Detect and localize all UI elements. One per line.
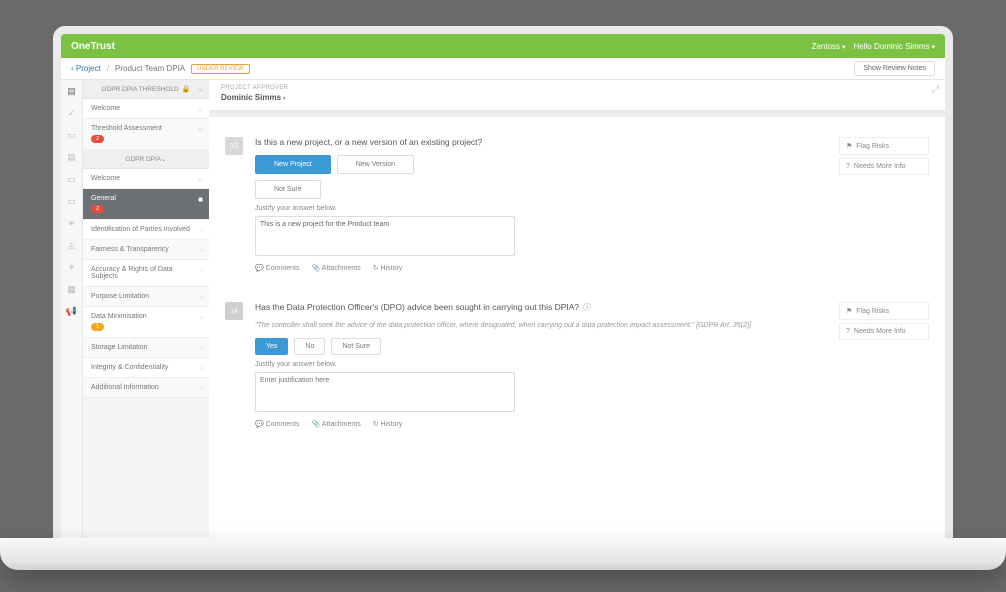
needs-info-button[interactable]: ?Needs More Info (839, 158, 929, 175)
rail-check-icon[interactable]: ✓ (65, 106, 79, 120)
flag-risks-button[interactable]: ⚑Flag Risks (839, 137, 929, 155)
sidebar-item-fair[interactable]: Fairness & Transparency▫ (83, 240, 209, 260)
sidebar-item-ident[interactable]: Identification of Parties Involved▫ (83, 220, 209, 240)
section-header-dpia[interactable]: GDPR DPIA⌄ (83, 150, 209, 169)
rail-people-icon[interactable]: ⚭ (65, 216, 79, 230)
sidebar-item-threshold[interactable]: Threshold Assessment 2 ○ (83, 119, 209, 150)
question-title: Has the Data Protection Officer's (DPO) … (255, 302, 827, 313)
justify-textarea-13[interactable] (255, 216, 515, 256)
circle-icon: ○ (198, 105, 203, 114)
flag-risks-button[interactable]: ⚑Flag Risks (839, 302, 929, 320)
info-icon: ? (846, 163, 850, 170)
main-panel: Project Approver Dominic Simms ⤢ 13 Is t… (209, 80, 945, 566)
rail-announce-icon[interactable]: 📢 (65, 304, 79, 318)
question-14: 14 Has the Data Protection Officer's (DP… (225, 292, 929, 448)
justify-textarea-14[interactable] (255, 372, 515, 412)
status-badge: Under Review (191, 64, 250, 74)
option-not-sure[interactable]: Not Sure (255, 180, 321, 199)
breadcrumb-bar: ‹ Project / Product Team DPIA Under Revi… (61, 58, 945, 80)
approver-bar: Project Approver Dominic Simms ⤢ (209, 80, 945, 111)
justify-label: Justify your answer below. (255, 361, 827, 368)
approver-dropdown[interactable]: Dominic Simms (221, 93, 933, 102)
attachments-link[interactable]: 📎 Attachments (312, 420, 361, 428)
chevron-down-icon: ⌄ (161, 156, 166, 163)
square-icon: ■ (198, 195, 203, 204)
circle-icon: ○ (198, 175, 203, 184)
general-badge: 2 (91, 205, 104, 213)
rail-location-icon[interactable]: ⌖ (65, 260, 79, 274)
square-icon: ▫ (200, 293, 203, 302)
rail-shield-icon[interactable]: ◬ (65, 238, 79, 252)
sidebar-item-integ[interactable]: Integrity & Confidentiality▫ (83, 358, 209, 378)
flag-icon: ⚑ (846, 307, 852, 315)
page-title: Product Team DPIA (115, 64, 185, 73)
question-content: 13 Is this a new project, or a new versi… (209, 117, 945, 538)
back-link[interactable]: ‹ Project (71, 64, 101, 73)
sidebar: GDPR DPIA THRESHOLD🔒⌄ Welcome○ Threshold… (83, 80, 209, 566)
rail-card-icon[interactable]: ▭ (65, 128, 79, 142)
sidebar-item-datamin[interactable]: Data Minimisation 1 ▫ (83, 307, 209, 338)
question-number: 14 (225, 302, 243, 320)
needs-info-button[interactable]: ?Needs More Info (839, 323, 929, 340)
brand-logo: OneTrust (71, 41, 115, 52)
sidebar-item-general[interactable]: General 2 ■ (83, 189, 209, 220)
square-icon: ▫ (200, 384, 203, 393)
sidebar-item-addl[interactable]: Additional Information▫ (83, 378, 209, 398)
flag-icon: ⚑ (846, 142, 852, 150)
sidebar-item-storage[interactable]: Storage Limitation▫ (83, 338, 209, 358)
info-icon[interactable]: ⓘ (583, 303, 591, 312)
approver-label: Project Approver (221, 85, 933, 91)
info-icon: ? (846, 328, 850, 335)
option-not-sure[interactable]: Not Sure (331, 338, 381, 355)
rail-box-icon[interactable]: ▭ (65, 172, 79, 186)
rail-doc-icon[interactable]: ▤ (65, 150, 79, 164)
square-icon: ▫ (200, 313, 203, 322)
rail-home-icon[interactable]: ▤ (65, 84, 79, 98)
justify-label: Justify your answer below. (255, 205, 827, 212)
icon-rail: ▤ ✓ ▭ ▤ ▭ ▭ ⚭ ◬ ⌖ ▦ 📢 › (61, 80, 83, 566)
rail-id-icon[interactable]: ▭ (65, 194, 79, 208)
option-new-project[interactable]: New Project (255, 155, 331, 174)
sidebar-item-welcome[interactable]: Welcome○ (83, 99, 209, 119)
option-no[interactable]: No (294, 338, 325, 355)
sidebar-item-welcome2[interactable]: Welcome○ (83, 169, 209, 189)
lock-icon: 🔒 (182, 86, 191, 93)
user-dropdown[interactable]: Hello Dominic Simms (854, 42, 935, 51)
show-review-notes-button[interactable]: Show Review Notes (854, 61, 935, 76)
top-bar: OneTrust Zentoss Hello Dominic Simms (61, 34, 945, 58)
option-yes[interactable]: Yes (255, 338, 288, 355)
question-number: 13 (225, 137, 243, 155)
chevron-down-icon: ⌄ (198, 85, 203, 93)
history-link[interactable]: ↻ History (373, 420, 403, 428)
option-new-version[interactable]: New Version (337, 155, 414, 174)
crumb-sep: / (107, 64, 109, 73)
comments-link[interactable]: 💬 Comments (255, 264, 300, 272)
question-title: Is this a new project, or a new version … (255, 137, 827, 147)
section-header-threshold[interactable]: GDPR DPIA THRESHOLD🔒⌄ (83, 80, 209, 99)
square-icon: ▫ (200, 344, 203, 353)
datamin-badge: 1 (91, 323, 104, 331)
attachments-link[interactable]: 📎 Attachments (312, 264, 361, 272)
question-13: 13 Is this a new project, or a new versi… (225, 127, 929, 292)
history-link[interactable]: ↻ History (373, 264, 403, 272)
comments-link[interactable]: 💬 Comments (255, 420, 300, 428)
square-icon: ▫ (200, 364, 203, 373)
square-icon: ▫ (200, 266, 203, 275)
org-dropdown[interactable]: Zentoss (812, 42, 846, 51)
sidebar-item-purpose[interactable]: Purpose Limitation▫ (83, 287, 209, 307)
expand-icon[interactable]: ⤢ (932, 84, 939, 95)
square-icon: ▫ (200, 246, 203, 255)
threshold-badge: 2 (91, 135, 104, 143)
square-icon: ▫ (200, 226, 203, 235)
question-quote: "The controller shall seek the advice of… (255, 321, 827, 330)
rail-data-icon[interactable]: ▦ (65, 282, 79, 296)
circle-icon: ○ (198, 125, 203, 134)
sidebar-item-acc[interactable]: Accuracy & Rights of Data Subjects▫ (83, 260, 209, 287)
